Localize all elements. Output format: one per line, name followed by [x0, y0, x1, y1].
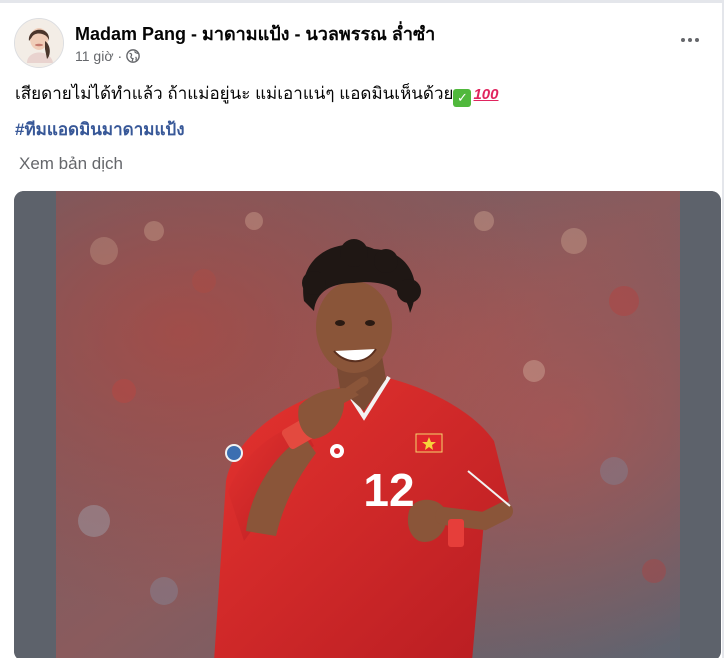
- post-text: เสียดายไม่ได้ทำแล้ว ถ้าแม่อยู่นะ แม่เอาแ…: [15, 80, 499, 107]
- more-dot: [688, 38, 692, 42]
- hundred-points-emoji-icon: 100: [473, 86, 499, 103]
- post-message: เสียดายไม่ได้ทำแล้ว ถ้าแม่อยู่นะ แม่เอาแ…: [15, 84, 454, 103]
- card-top-border: [0, 0, 722, 3]
- post-photo[interactable]: 12: [14, 191, 721, 658]
- post-time[interactable]: 11 giờ: [75, 48, 114, 64]
- more-dot: [695, 38, 699, 42]
- football-player-photo: 12: [14, 191, 721, 658]
- more-options-button[interactable]: [672, 26, 708, 54]
- meta-separator: ·: [117, 48, 123, 64]
- jersey-number: 12: [363, 464, 414, 516]
- avatar-image: [15, 19, 63, 67]
- more-horizontal-icon: [681, 38, 685, 42]
- check-mark-emoji-icon: ✓: [453, 89, 472, 107]
- see-translation-link[interactable]: Xem bản dịch: [19, 154, 123, 174]
- post-meta: 11 giờ ·: [75, 48, 140, 64]
- post-header: Madam Pang - มาดามแป้ง - นวลพรรณ ล่ำซำ 1…: [14, 18, 708, 70]
- author-name[interactable]: Madam Pang - มาดามแป้ง - นวลพรรณ ล่ำซำ: [75, 19, 435, 48]
- hashtag-link[interactable]: #ทีมแอดมินมาดามแป้ง: [15, 116, 185, 143]
- post-card: Madam Pang - มาดามแป้ง - นวลพรรณ ล่ำซำ 1…: [0, 0, 724, 658]
- globe-icon[interactable]: [126, 49, 140, 63]
- avatar[interactable]: [14, 18, 64, 68]
